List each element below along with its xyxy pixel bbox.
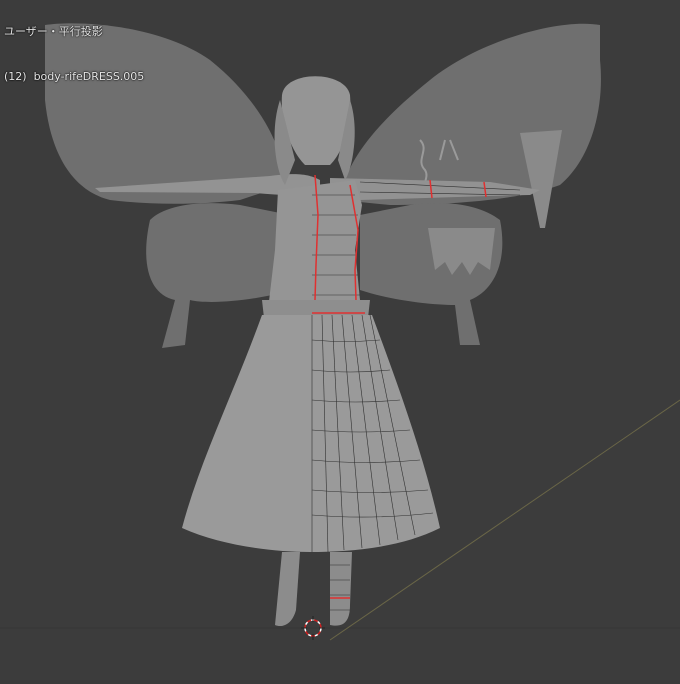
3d-viewport[interactable]: ユーザー・平行投影 (12) body-rifeDRESS.005: [0, 0, 680, 680]
object-info: (12) body-rifeDRESS.005: [4, 70, 145, 83]
viewport-overlay-info: ユーザー・平行投影 (12) body-rifeDRESS.005: [4, 0, 144, 114]
view-label: ユーザー・平行投影: [4, 25, 103, 38]
